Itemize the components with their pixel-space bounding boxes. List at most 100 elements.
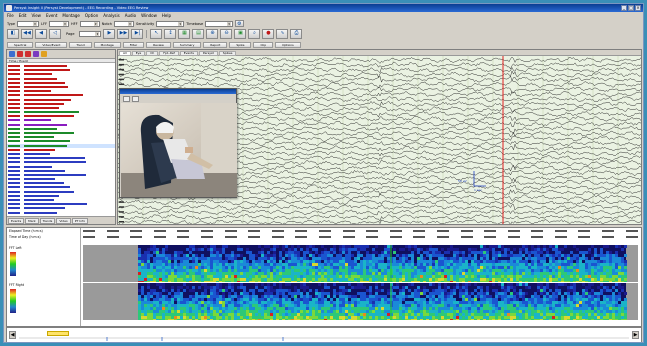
menu-file[interactable]: File [7,12,14,19]
menu-montage[interactable]: Montage [62,12,79,19]
zoom-in-button[interactable]: ⊕ [206,29,219,39]
tab-video-event[interactable]: Video/Event [35,41,68,48]
page-select[interactable]: ▾ [79,31,102,37]
spectrogram-cell [375,269,378,272]
menu-edit[interactable]: Edit [19,12,27,19]
tab-spectral[interactable]: Spectral [7,41,34,48]
spectrogram-cell [204,275,207,278]
rewind-button[interactable]: ◀◀ [21,29,33,39]
spectrogram-cell [192,307,195,310]
record-button[interactable]: ● [262,29,275,39]
back-button[interactable]: ◁ [49,29,61,39]
spectrogram-cell [333,272,336,275]
tab-montage[interactable]: Montage [93,41,121,48]
event-row[interactable] [7,211,115,215]
spectrogram-cell [255,278,258,281]
spectrogram-cell [294,307,297,310]
spectrogram-2[interactable] [83,283,638,320]
video-snapshot-button[interactable] [132,95,139,102]
spectrogram-cell [273,272,276,275]
minimize-button[interactable]: _ [621,5,627,11]
spectrogram-cell [321,313,324,316]
spectrogram-cell [489,245,492,248]
tab-mark[interactable]: Mark [25,217,39,224]
tab-options[interactable]: Options [275,41,301,48]
spectrogram-cell [138,289,141,292]
tab-pt-info[interactable]: PT Info [71,217,89,224]
menu-help[interactable]: Help [162,12,171,19]
scroll-right-button[interactable]: ▶ [632,331,639,339]
menu-audio[interactable]: Audio [125,12,136,19]
video-window[interactable] [119,88,237,198]
notch-select[interactable]: ▾ [113,20,134,27]
spectrogram-cell [219,257,222,260]
spectrogram-cell [357,278,360,281]
spectrogram-cell [198,275,201,278]
pencil-icon[interactable] [9,51,15,57]
maximize-button[interactable]: □ [628,5,634,11]
spectrogram-cell [351,307,354,310]
spectrogram-cell [321,295,324,298]
flag-icon[interactable] [33,51,39,57]
print-button[interactable]: ⎙ [290,29,303,39]
menu-option[interactable]: Option [85,12,98,19]
video-button[interactable]: ▣ [234,29,247,39]
spectrogram-cell [138,260,141,263]
hff-select[interactable]: ▾ [79,20,100,27]
spectrogram-cell [483,319,486,320]
tab-events[interactable]: Events [8,217,25,224]
tab-video[interactable]: Video [56,217,71,224]
cursor-button[interactable]: ↖ [150,29,163,39]
timeline-scrollbar[interactable]: ◀ ▶ [6,327,642,342]
layout-button[interactable]: ▤ [192,29,205,39]
tab-trend[interactable]: Trend [69,41,92,48]
menu-event[interactable]: Event [46,12,57,19]
end-button[interactable]: ▶| [131,29,144,39]
folder-icon[interactable] [41,51,47,57]
tab-spike[interactable]: Spike [229,41,252,48]
spectrogram-cell [594,298,597,301]
menu-window[interactable]: Window [141,12,157,19]
spectrogram-cell [339,245,342,248]
open-button[interactable]: ◧ [7,29,19,39]
fast-forward-button[interactable]: ▶▶ [117,29,130,39]
spectrogram-cell [144,316,147,319]
filter-button[interactable]: ∿ [276,29,289,39]
video-play-button[interactable] [123,95,130,102]
spectrogram-cell [621,281,624,282]
scroll-thumb[interactable] [47,331,69,336]
tab-summary[interactable]: Summary [172,41,202,48]
spectrogram-cell [570,272,573,275]
spectrogram-cell [300,313,303,316]
spectrogram-cell [588,319,591,320]
menu-analysis[interactable]: Analysis [103,12,119,19]
menu-view[interactable]: View [31,12,41,19]
measure-button[interactable]: ↕ [164,29,177,39]
tab-trends[interactable]: Trends [39,217,56,224]
zoom-out-button[interactable]: ⊖ [220,29,233,39]
apply-button[interactable]: ⚙ [235,20,244,27]
forward-arrow-icon[interactable] [25,51,31,57]
tab-filter[interactable]: Filter [122,41,145,48]
spectrogram-cell [201,307,204,310]
scroll-left-button[interactable]: ◀ [9,331,16,339]
type-select[interactable]: ▾ [17,20,40,27]
spectrogram-cell [417,319,420,320]
timebase-select[interactable]: ▾ [205,20,234,27]
step-back-button[interactable]: ◀ [35,29,47,39]
sensitivity-select[interactable]: ▾ [156,20,185,27]
tab-review[interactable]: Review [146,41,171,48]
spectrogram-cell [423,272,426,275]
spectrogram-1[interactable] [83,245,638,282]
back-arrow-icon[interactable] [17,51,23,57]
tab-clip[interactable]: Clip [253,41,274,48]
tab-report[interactable]: Report [203,41,228,48]
spectrogram-cell [171,281,174,282]
close-button[interactable]: × [635,5,641,11]
montage-grid-button[interactable]: ▦ [178,29,191,39]
event-list[interactable] [7,64,115,217]
lff-select[interactable]: ▾ [49,20,70,27]
search-button[interactable]: ⌕ [248,29,261,39]
spectrogram-cell [333,316,336,319]
forward-button[interactable]: ▶ [103,29,116,39]
